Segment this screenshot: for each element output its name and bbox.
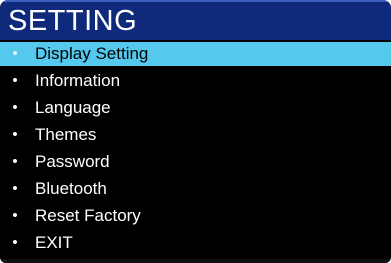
- settings-header: SETTING: [0, 0, 391, 40]
- menu-item-bluetooth[interactable]: • Bluetooth: [0, 177, 391, 201]
- settings-menu: • Display Setting • Information • Langua…: [0, 42, 391, 258]
- menu-item-information[interactable]: • Information: [0, 69, 391, 93]
- page-title: SETTING: [8, 5, 138, 37]
- menu-item-themes[interactable]: • Themes: [0, 123, 391, 147]
- screen-bezel: [0, 259, 391, 263]
- menu-item-exit[interactable]: • EXIT: [0, 231, 391, 255]
- device-screen: SETTING • Display Setting • Information …: [0, 0, 391, 263]
- bullet-icon: •: [12, 126, 18, 143]
- menu-item-label: Reset Factory: [35, 206, 141, 225]
- menu-item-password[interactable]: • Password: [0, 150, 391, 174]
- menu-item-language[interactable]: • Language: [0, 96, 391, 120]
- menu-item-label: Themes: [35, 125, 97, 144]
- menu-item-label: EXIT: [35, 233, 73, 252]
- menu-item-label: Language: [35, 98, 111, 117]
- menu-item-label: Password: [35, 152, 110, 171]
- bullet-icon: •: [12, 207, 18, 224]
- menu-item-reset-factory[interactable]: • Reset Factory: [0, 204, 391, 228]
- bullet-icon: •: [12, 180, 18, 197]
- bullet-icon: •: [12, 45, 18, 62]
- bullet-icon: •: [12, 234, 18, 251]
- menu-item-label: Display Setting: [35, 44, 149, 63]
- bullet-icon: •: [12, 153, 18, 170]
- menu-item-display-setting[interactable]: • Display Setting: [0, 42, 391, 66]
- menu-item-label: Information: [35, 71, 121, 90]
- menu-item-label: Bluetooth: [35, 179, 107, 198]
- bullet-icon: •: [12, 72, 18, 89]
- bullet-icon: •: [12, 99, 18, 116]
